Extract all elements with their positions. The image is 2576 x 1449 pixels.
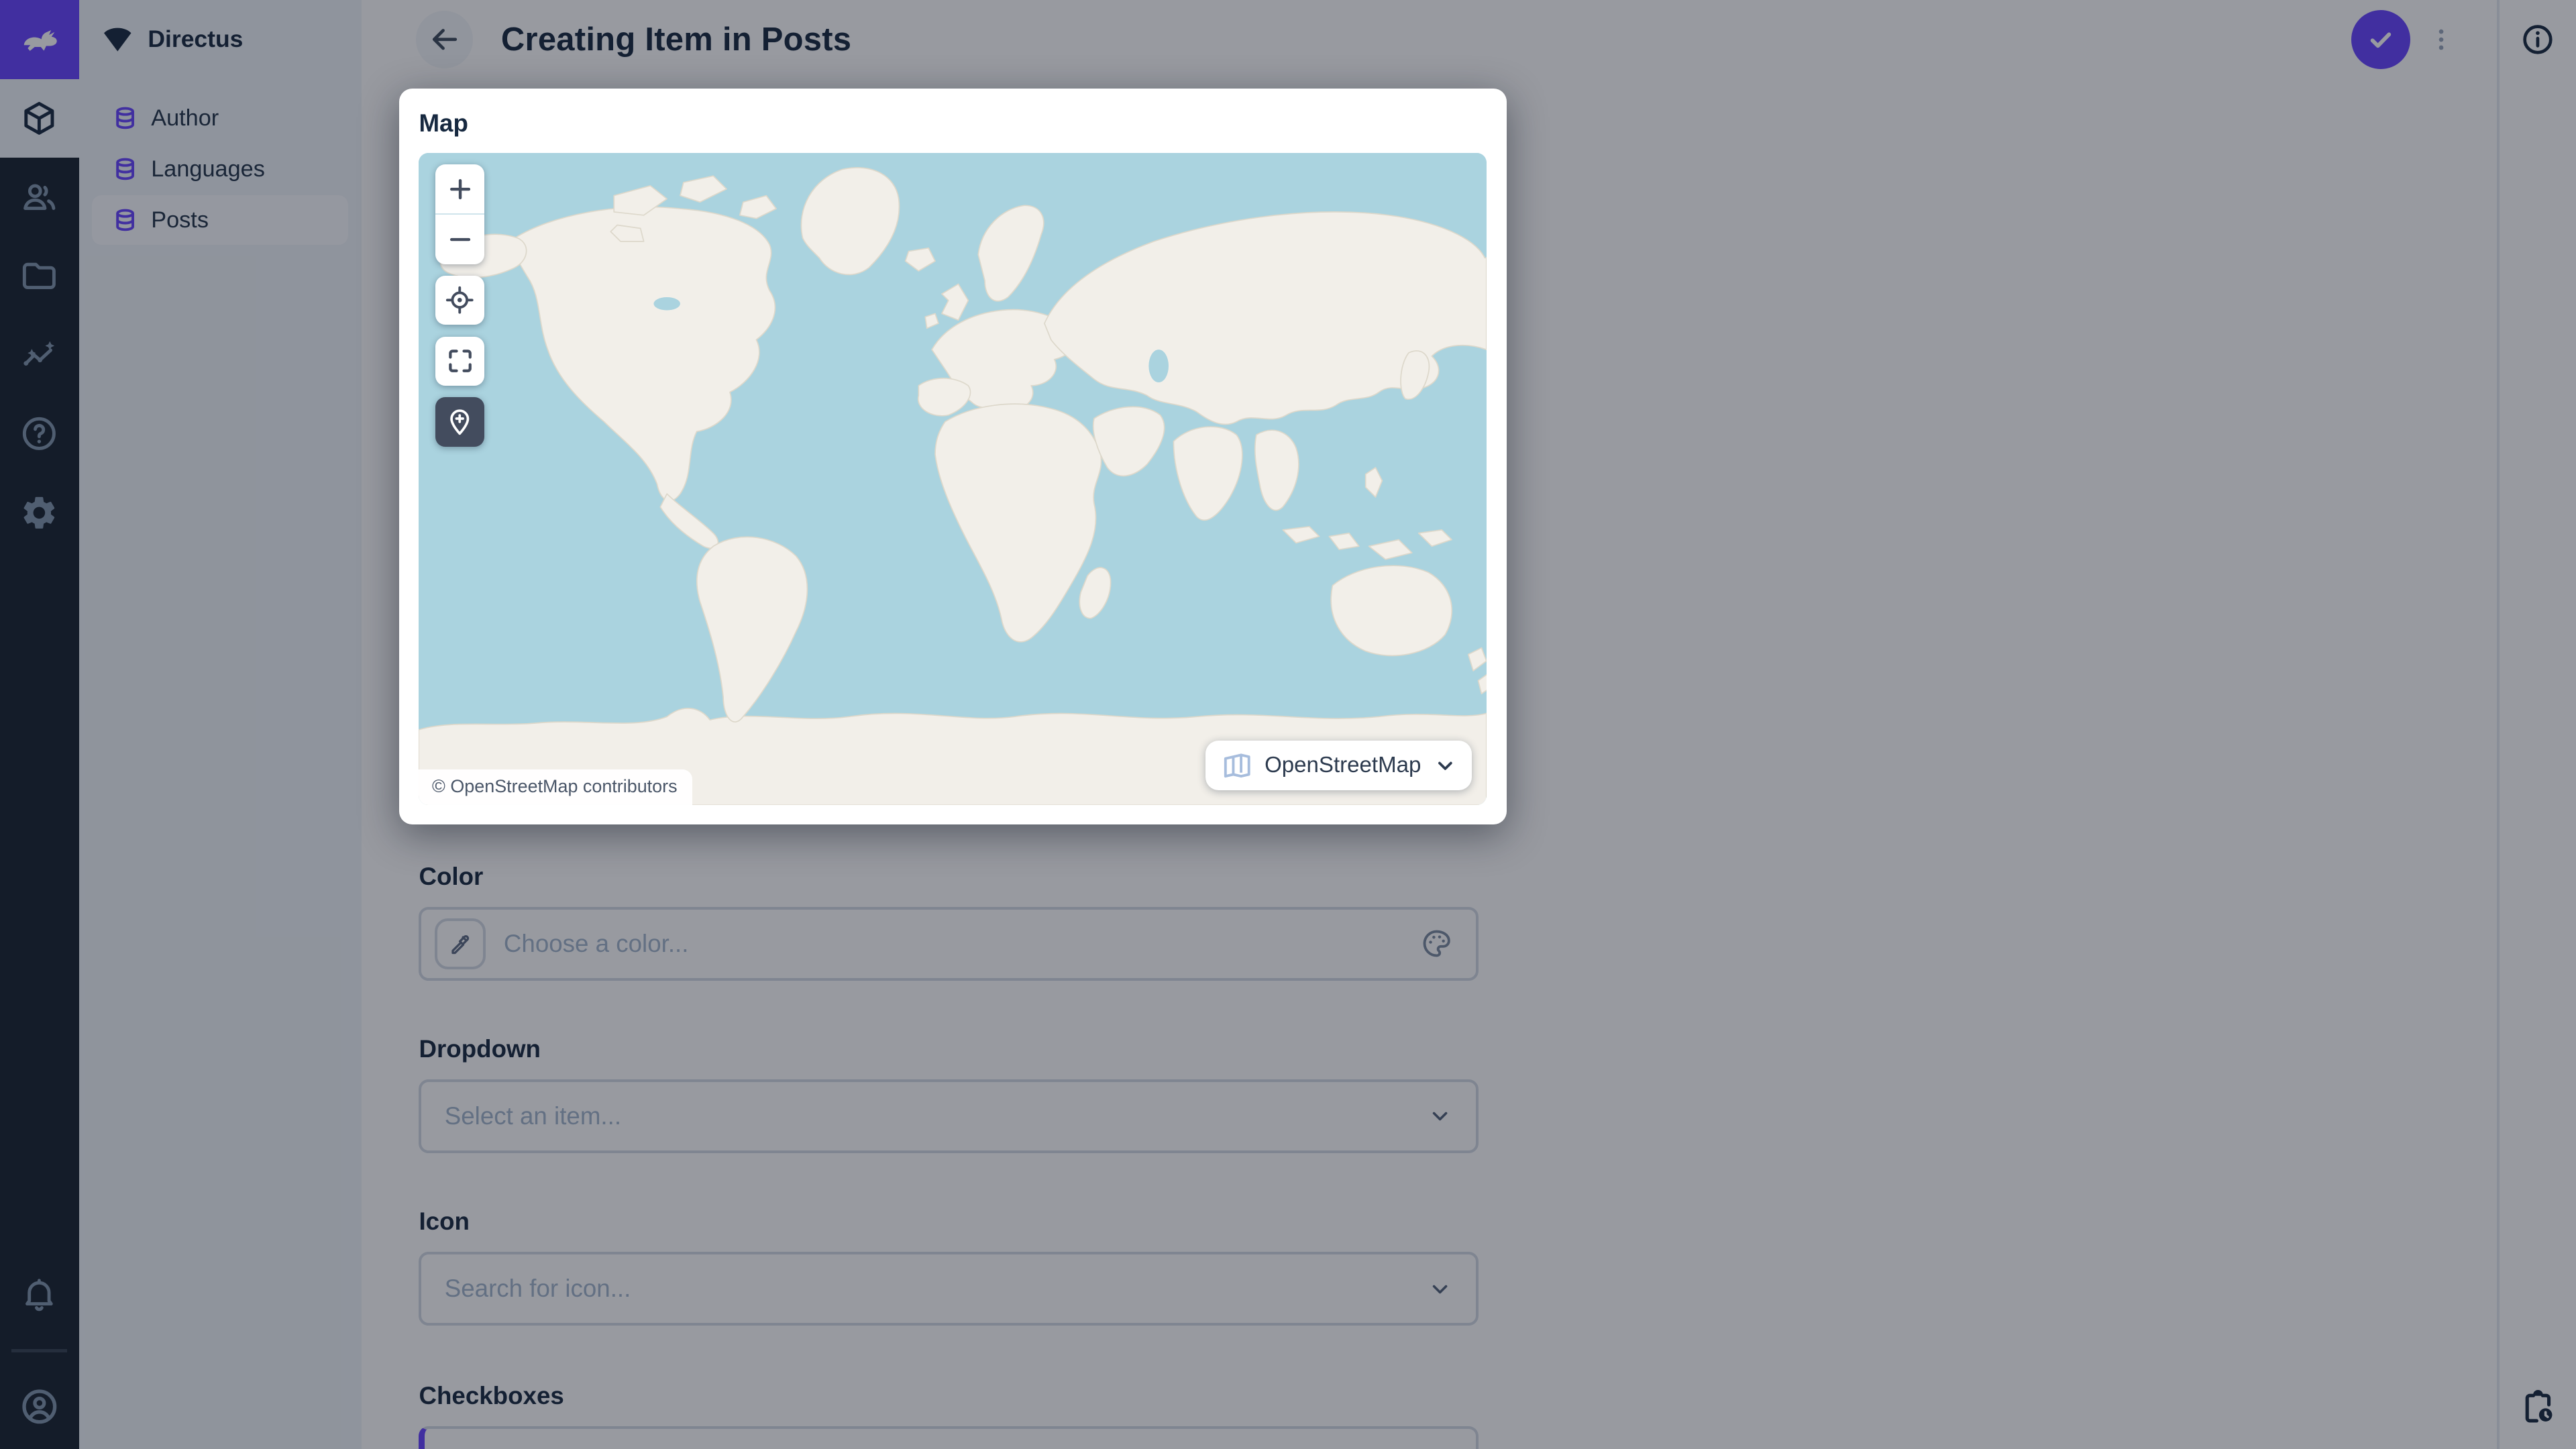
module-users[interactable] xyxy=(0,158,79,237)
zoom-out-button[interactable] xyxy=(435,213,485,264)
dropdown-placeholder: Select an item... xyxy=(444,1102,622,1130)
module-collections[interactable] xyxy=(0,78,79,158)
module-bar-divider xyxy=(11,1348,68,1352)
geolocate-icon xyxy=(444,284,476,316)
map-controls xyxy=(435,164,485,447)
fullscreen-icon xyxy=(445,346,475,376)
eyedropper-icon xyxy=(447,930,473,957)
add-marker-button[interactable] xyxy=(435,397,485,447)
module-settings[interactable] xyxy=(0,473,79,552)
chevron-down-icon xyxy=(1427,1276,1453,1302)
directus-rabbit-icon xyxy=(15,15,64,64)
field-label-map: Map xyxy=(419,109,468,137)
basemap-selector[interactable]: OpenStreetMap xyxy=(1205,741,1472,790)
project-name: Directus xyxy=(148,25,244,53)
map-canvas[interactable]: © OpenStreetMap contributors OpenStreetM… xyxy=(419,152,1487,805)
field-label-icon: Icon xyxy=(419,1208,470,1235)
bell-icon xyxy=(19,1275,59,1314)
module-insights[interactable] xyxy=(0,315,79,394)
chevron-down-icon xyxy=(1433,753,1458,778)
database-icon xyxy=(112,105,138,131)
more-options-button[interactable] xyxy=(2425,10,2458,69)
back-button[interactable] xyxy=(415,10,474,68)
app-window: Directus Author Languages Posts Creating… xyxy=(0,0,2576,1449)
user-circle-icon xyxy=(18,1385,61,1428)
database-icon xyxy=(112,207,138,233)
icon-placeholder: Search for icon... xyxy=(444,1275,631,1303)
zoom-control-group xyxy=(435,164,485,264)
right-rail xyxy=(2497,0,2576,1449)
sidebar-item-posts[interactable]: Posts xyxy=(92,195,349,245)
page-title: Creating Item in Posts xyxy=(500,21,852,58)
users-icon xyxy=(19,177,59,217)
checkboxes-group[interactable] xyxy=(419,1426,1479,1449)
sidebar-item-label: Posts xyxy=(151,207,209,233)
account-button[interactable] xyxy=(0,1367,79,1446)
minus-icon xyxy=(445,225,475,254)
info-icon xyxy=(2520,21,2556,58)
zoom-in-button[interactable] xyxy=(435,164,484,213)
nav-sidebar: Directus Author Languages Posts xyxy=(78,0,362,1449)
eyedropper-button[interactable] xyxy=(435,918,486,969)
module-docs[interactable] xyxy=(0,394,79,474)
folded-map-icon xyxy=(1222,750,1253,782)
check-icon xyxy=(2363,21,2399,58)
map-field-card: Map © OpenStreetMap contributors OpenStr… xyxy=(399,89,1507,825)
sidebar-item-languages[interactable]: Languages xyxy=(92,144,348,193)
basemap-label: OpenStreetMap xyxy=(1265,753,1421,778)
dropdown-select[interactable]: Select an item... xyxy=(419,1079,1479,1154)
insights-icon xyxy=(19,335,59,375)
folder-icon xyxy=(19,256,59,296)
sidebar-item-label: Author xyxy=(151,105,219,131)
palette-icon[interactable] xyxy=(1420,927,1453,960)
fullscreen-button[interactable] xyxy=(435,336,485,386)
dots-vertical-icon xyxy=(2426,25,2456,54)
page-header: Creating Item in Posts xyxy=(362,0,2498,79)
notifications-button[interactable] xyxy=(0,1255,79,1334)
field-label-dropdown: Dropdown xyxy=(419,1034,541,1063)
module-files[interactable] xyxy=(0,237,79,316)
module-bar xyxy=(0,0,79,1449)
revisions-button[interactable] xyxy=(2498,1368,2576,1448)
field-label-checkboxes: Checkboxes xyxy=(419,1381,564,1409)
shield-icon xyxy=(102,25,133,54)
chevron-down-icon xyxy=(1427,1103,1453,1129)
arrow-left-icon xyxy=(427,22,462,56)
add-marker-icon xyxy=(444,407,476,438)
plus-icon xyxy=(445,174,475,204)
color-input[interactable]: Choose a color... xyxy=(419,906,1479,981)
color-placeholder: Choose a color... xyxy=(503,929,689,957)
world-map xyxy=(419,152,1487,805)
save-button[interactable] xyxy=(2351,9,2410,69)
help-icon xyxy=(19,414,59,453)
map-attribution[interactable]: © OpenStreetMap contributors xyxy=(419,769,692,805)
sidebar-item-label: Languages xyxy=(151,156,265,182)
icon-search-select[interactable]: Search for icon... xyxy=(419,1252,1479,1326)
database-icon xyxy=(112,156,138,182)
gear-icon xyxy=(19,493,59,533)
info-sidebar-button[interactable] xyxy=(2498,0,2576,79)
directus-logo[interactable] xyxy=(0,0,79,79)
field-label-color: Color xyxy=(419,862,484,890)
project-switcher[interactable]: Directus xyxy=(79,0,362,79)
sidebar-item-author[interactable]: Author xyxy=(92,94,348,143)
geolocate-button[interactable] xyxy=(435,275,485,325)
clipboard-clock-icon xyxy=(2518,1388,2558,1428)
box-icon xyxy=(19,99,59,138)
